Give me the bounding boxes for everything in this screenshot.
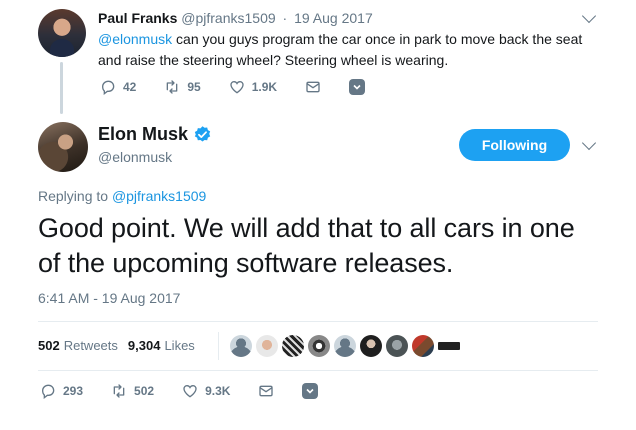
verified-badge-icon	[194, 126, 211, 142]
liker-avatar[interactable]	[334, 335, 356, 357]
avatar-elon-musk[interactable]	[38, 122, 88, 172]
main-tweet-timestamp[interactable]: 6:41 AM - 19 Aug 2017	[38, 290, 180, 306]
liker-avatar[interactable]	[282, 335, 304, 357]
mention-link[interactable]: @elonmusk	[98, 31, 172, 47]
replying-to-label: Replying to	[38, 188, 112, 204]
main-tweet-text: Good point. We will add that to all cars…	[38, 213, 575, 278]
parent-tweet-text: @elonmusk can you guys program the car o…	[98, 29, 598, 71]
liker-avatar[interactable]	[386, 335, 408, 357]
parent-tweet-date[interactable]: 19 Aug 2017	[294, 10, 373, 26]
replying-to-line: Replying to @pjfranks1509	[38, 188, 206, 204]
retweet-icon	[113, 384, 125, 398]
like-count: 1.9K	[251, 80, 278, 94]
retweets-label[interactable]: Retweets	[64, 338, 118, 353]
following-button[interactable]: Following	[459, 129, 570, 161]
reply-count: 293	[63, 384, 84, 398]
likes-total[interactable]: 9,304	[128, 338, 161, 353]
engagement-stats: 502 Retweets 9,304 Likes	[38, 338, 205, 353]
heart-icon	[230, 80, 244, 94]
retweet-icon	[167, 80, 178, 94]
like-button[interactable]: 9.3K	[182, 383, 230, 399]
mail-icon	[259, 385, 274, 397]
chevron-down-icon[interactable]	[581, 8, 597, 24]
divider	[38, 370, 598, 371]
direct-message-button[interactable]	[258, 383, 274, 399]
main-author-name[interactable]: Elon Musk	[98, 124, 188, 145]
replying-to-handle-link[interactable]: @pjfranks1509	[112, 188, 206, 204]
liker-avatar[interactable]	[412, 335, 434, 357]
retweets-total[interactable]: 502	[38, 338, 60, 353]
like-count: 9.3K	[205, 384, 231, 398]
liker-avatar[interactable]	[438, 342, 460, 350]
stats-separator	[218, 332, 219, 360]
main-author-handle[interactable]: @elonmusk	[98, 149, 172, 165]
main-tweet-actions: 293 502 9.3K	[40, 383, 346, 399]
divider	[38, 321, 598, 322]
liker-avatar[interactable]	[308, 335, 330, 357]
more-options-button[interactable]	[349, 79, 366, 95]
liker-avatar[interactable]	[256, 335, 278, 357]
parent-author-name[interactable]: Paul Franks	[98, 10, 177, 26]
reply-count: 42	[123, 80, 137, 94]
more-options-icon	[302, 383, 319, 399]
thread-connector-line	[60, 62, 63, 114]
retweet-count: 95	[187, 80, 201, 94]
direct-message-button[interactable]	[305, 79, 321, 95]
retweet-button[interactable]: 95	[164, 79, 201, 95]
heart-icon	[183, 384, 197, 398]
parent-tweet-header: Paul Franks @pjfranks1509 · 19 Aug 2017	[98, 9, 373, 27]
reply-icon	[101, 80, 115, 95]
more-options-button[interactable]	[302, 383, 319, 399]
retweet-count: 502	[134, 384, 155, 398]
liker-avatars	[230, 335, 464, 357]
reply-icon	[41, 384, 55, 399]
parent-author-handle[interactable]: @pjfranks1509	[181, 10, 275, 26]
reply-button[interactable]: 293	[40, 383, 83, 399]
main-author-name-row: Elon Musk	[98, 124, 212, 145]
liker-avatar[interactable]	[360, 335, 382, 357]
liker-avatar[interactable]	[230, 335, 252, 357]
retweet-button[interactable]: 502	[111, 383, 154, 399]
parent-tweet-actions: 42 95 1.9K	[100, 79, 393, 95]
header-separator: ·	[282, 10, 288, 26]
more-options-icon	[349, 79, 366, 95]
like-button[interactable]: 1.9K	[229, 79, 277, 95]
avatar-paul-franks[interactable]	[38, 9, 86, 57]
mail-icon	[306, 81, 320, 93]
likes-label[interactable]: Likes	[164, 338, 194, 353]
chevron-down-icon[interactable]	[581, 135, 597, 151]
reply-button[interactable]: 42	[100, 79, 136, 95]
